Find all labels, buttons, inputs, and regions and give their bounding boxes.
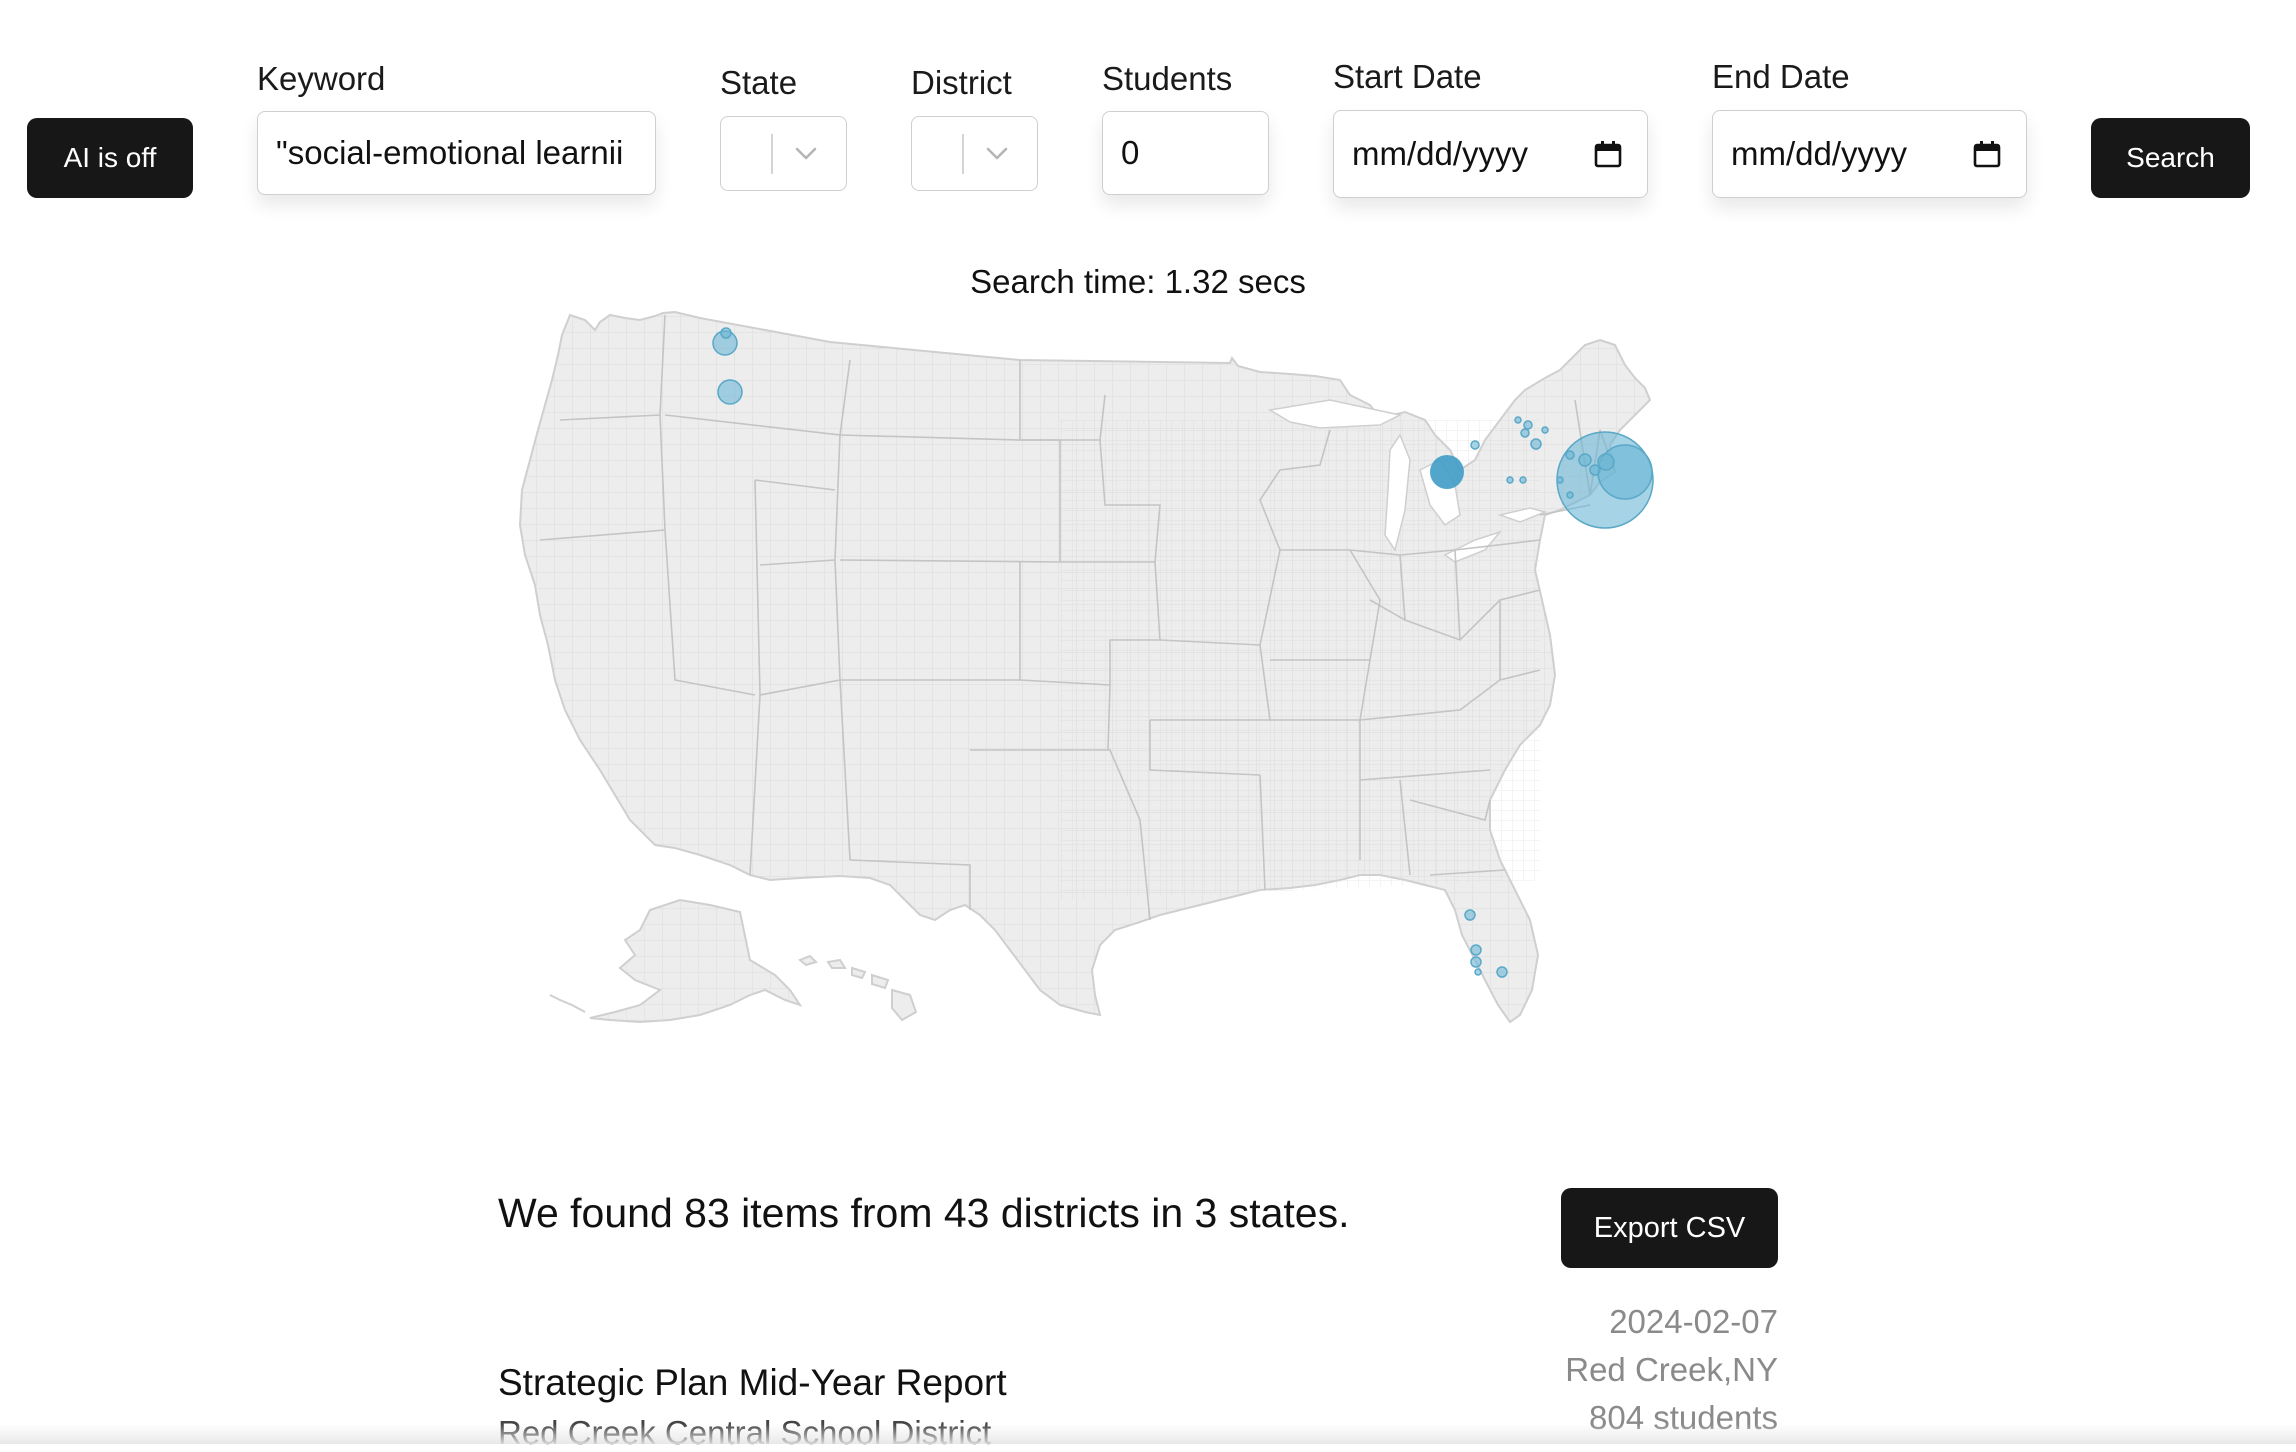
students-value: 0 <box>1121 134 1139 172</box>
select-separator <box>962 134 964 174</box>
end-date-input[interactable]: mm/dd/yyyy <box>1712 110 2027 198</box>
result-bubble-highlight[interactable] <box>1430 455 1464 489</box>
students-label: Students <box>1102 60 1232 98</box>
bottom-scroll-shadow <box>0 1424 2296 1444</box>
end-date-value: mm/dd/yyyy <box>1731 135 1907 173</box>
students-input[interactable]: 0 <box>1102 111 1269 195</box>
result-bubble[interactable] <box>1515 417 1521 423</box>
result-bubble[interactable] <box>1524 421 1532 429</box>
export-csv-button[interactable]: Export CSV <box>1561 1188 1778 1268</box>
result-bubble[interactable] <box>1557 477 1563 483</box>
district-label: District <box>911 64 1012 102</box>
start-date-input[interactable]: mm/dd/yyyy <box>1333 110 1648 198</box>
calendar-icon[interactable] <box>1593 139 1623 169</box>
result-bubble[interactable] <box>1531 439 1541 449</box>
keyword-value: "social-emotional learnii <box>276 134 623 172</box>
result-bubble[interactable] <box>1566 451 1574 459</box>
result-bubble[interactable] <box>1507 477 1513 483</box>
start-date-value: mm/dd/yyyy <box>1352 135 1528 173</box>
result-bubble[interactable] <box>1579 454 1591 466</box>
result-bubble[interactable] <box>1590 465 1600 475</box>
ai-toggle-button[interactable]: AI is off <box>27 118 193 198</box>
calendar-icon[interactable] <box>1972 139 2002 169</box>
keyword-input[interactable]: "social-emotional learnii <box>257 111 656 195</box>
result-bubble[interactable] <box>1542 427 1548 433</box>
result-bubble[interactable] <box>1465 910 1475 920</box>
result-bubble[interactable] <box>718 380 742 404</box>
result-bubble[interactable] <box>1471 945 1481 955</box>
search-time: Search time: 1.32 secs <box>0 263 2276 301</box>
ai-toggle-label: AI is off <box>64 142 157 174</box>
chevron-down-icon <box>794 143 818 163</box>
result-bubble[interactable] <box>1471 441 1479 449</box>
result-bubble[interactable] <box>1598 454 1614 470</box>
result-bubble[interactable] <box>1475 969 1481 975</box>
result-location: Red Creek,NY <box>1565 1351 1778 1389</box>
search-button[interactable]: Search <box>2091 118 2250 198</box>
result-bubble[interactable] <box>1520 477 1526 483</box>
chevron-down-icon <box>985 143 1009 163</box>
district-select[interactable] <box>911 116 1038 191</box>
result-bubble[interactable] <box>721 328 731 338</box>
alaska <box>550 900 800 1022</box>
start-date-label: Start Date <box>1333 58 1482 96</box>
export-csv-label: Export CSV <box>1594 1212 1746 1245</box>
select-separator <box>771 134 773 174</box>
hawaii <box>800 956 916 1020</box>
result-date: 2024-02-07 <box>1609 1303 1778 1341</box>
result-title[interactable]: Strategic Plan Mid-Year Report <box>498 1362 1007 1404</box>
result-bubble[interactable] <box>1567 492 1573 498</box>
result-bubble[interactable] <box>1471 957 1481 967</box>
result-bubble[interactable] <box>1521 429 1529 437</box>
result-bubble[interactable] <box>1598 445 1652 499</box>
us-map[interactable] <box>500 300 1820 1080</box>
search-button-label: Search <box>2126 142 2215 174</box>
state-select[interactable] <box>720 116 847 191</box>
end-date-label: End Date <box>1712 58 1850 96</box>
results-summary: We found 83 items from 43 districts in 3… <box>498 1190 1350 1237</box>
result-bubble[interactable] <box>1497 967 1507 977</box>
state-label: State <box>720 64 797 102</box>
keyword-label: Keyword <box>257 60 385 98</box>
